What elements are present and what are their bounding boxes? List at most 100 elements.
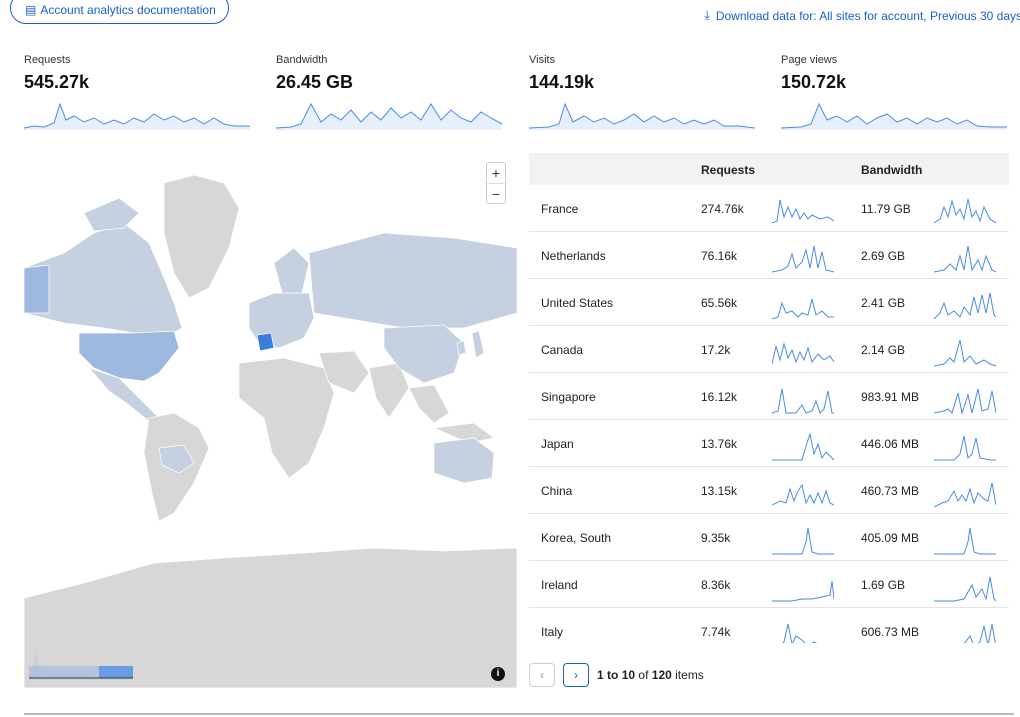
stat-visits: Visits 144.19k xyxy=(529,54,757,132)
requests-sparkline xyxy=(772,432,834,461)
documentation-link[interactable]: ▤ Account analytics documentation xyxy=(10,0,229,24)
stat-requests: Requests 545.27k xyxy=(24,54,252,132)
stat-label: Bandwidth xyxy=(276,54,328,66)
country-name: Italy xyxy=(541,625,564,639)
table-row[interactable]: Singapore 16.12k 983.91 MB xyxy=(529,373,1009,420)
prev-page-button[interactable]: ‹ xyxy=(529,663,555,687)
bandwidth-value: 460.73 MB xyxy=(861,484,920,498)
requests-sparkline xyxy=(782,623,818,643)
table-row[interactable]: Canada 17.2k 2.14 GB xyxy=(529,326,1009,373)
world-map[interactable] xyxy=(24,153,517,688)
table-row[interactable]: United States 65.56k 2.41 GB xyxy=(529,279,1009,326)
map-legend xyxy=(29,636,133,680)
requests-sparkline xyxy=(772,580,834,602)
bandwidth-sparkline xyxy=(934,198,996,224)
bandwidth-value: 446.06 MB xyxy=(861,437,920,451)
table-row[interactable]: China 13.15k 460.73 MB xyxy=(529,467,1009,514)
table-row[interactable]: Italy 7.74k 606.73 MB xyxy=(529,608,1009,643)
requests-value: 13.76k xyxy=(701,437,738,451)
stat-label: Visits xyxy=(529,54,556,66)
requests-value: 76.16k xyxy=(701,249,738,263)
country-name: France xyxy=(541,202,579,216)
stat-sparkline xyxy=(24,102,250,130)
bandwidth-sparkline xyxy=(934,527,996,555)
download-icon: ⤓ xyxy=(704,8,710,22)
table-row[interactable]: Ireland 8.36k 1.69 GB xyxy=(529,561,1009,608)
pagination-summary: 1 to 10 of 120 items xyxy=(597,668,704,682)
country-name: China xyxy=(541,484,573,498)
country-name: Netherlands xyxy=(541,249,606,263)
next-page-button[interactable]: › xyxy=(563,663,589,687)
download-data-label: Download data for: All sites for account… xyxy=(715,8,1020,23)
stat-sparkline xyxy=(781,102,1007,130)
requests-value: 13.15k xyxy=(701,484,738,498)
table-row[interactable]: France 274.76k 11.79 GB xyxy=(529,185,1009,232)
documentation-link-label: Account analytics documentation xyxy=(40,3,216,17)
requests-sparkline xyxy=(772,483,834,506)
requests-sparkline xyxy=(772,388,834,414)
table-row[interactable]: Netherlands 76.16k 2.69 GB xyxy=(529,232,1009,279)
stat-value: 144.19k xyxy=(529,72,595,92)
zoom-out-button[interactable]: − xyxy=(487,183,505,203)
items-word: items xyxy=(675,668,704,682)
table-header: Requests Bandwidth xyxy=(529,153,1009,185)
table-row[interactable]: Japan 13.76k 446.06 MB xyxy=(529,420,1009,467)
stat-value: 545.27k xyxy=(24,72,90,92)
chevron-right-icon: › xyxy=(574,668,578,682)
stat-bandwidth: Bandwidth 26.45 GB xyxy=(276,54,504,132)
requests-sparkline xyxy=(772,298,834,320)
range-to-word: to xyxy=(607,668,619,682)
range-from: 1 xyxy=(597,668,604,682)
bandwidth-value: 11.79 GB xyxy=(861,202,911,216)
info-icon[interactable]: i xyxy=(491,667,505,681)
bandwidth-sparkline xyxy=(964,623,996,643)
stat-sparkline xyxy=(529,102,755,130)
requests-value: 9.35k xyxy=(701,531,731,545)
download-data-link[interactable]: ⤓ Download data for: All sites for accou… xyxy=(705,8,1020,23)
column-header-requests[interactable]: Requests xyxy=(701,163,755,177)
map-zoom-controls: + − xyxy=(486,162,506,204)
world-map-svg xyxy=(24,174,517,688)
stat-page-views: Page views 150.72k xyxy=(781,54,1009,132)
document-icon: ▤ xyxy=(25,3,37,17)
pagination: ‹ › 1 to 10 of 120 items xyxy=(529,662,704,688)
range-to: 10 xyxy=(621,668,636,682)
stat-label: Requests xyxy=(24,54,71,66)
requests-sparkline xyxy=(772,342,834,365)
bandwidth-sparkline xyxy=(934,482,996,508)
bandwidth-value: 2.14 GB xyxy=(861,343,906,357)
country-name: Korea, South xyxy=(541,531,612,545)
bandwidth-value: 2.41 GB xyxy=(861,296,906,310)
requests-value: 274.76k xyxy=(701,202,744,216)
bandwidth-value: 1.69 GB xyxy=(861,578,906,592)
chevron-left-icon: ‹ xyxy=(540,668,544,682)
table-row[interactable]: Korea, South 9.35k 405.09 MB xyxy=(529,514,1009,561)
bandwidth-sparkline xyxy=(934,388,996,415)
bandwidth-sparkline xyxy=(934,435,996,461)
stat-value: 150.72k xyxy=(781,72,847,92)
bandwidth-sparkline xyxy=(934,245,996,273)
country-name: Ireland xyxy=(541,578,578,592)
zoom-in-button[interactable]: + xyxy=(487,163,505,183)
stats-summary: Requests 545.27k Bandwidth 26.45 GB Visi… xyxy=(24,54,1014,134)
stat-label: Page views xyxy=(781,54,838,66)
requests-value: 16.12k xyxy=(701,390,738,404)
stat-value: 26.45 GB xyxy=(276,72,354,92)
requests-sparkline xyxy=(772,245,834,273)
range-of-word: of xyxy=(638,668,649,682)
column-header-bandwidth[interactable]: Bandwidth xyxy=(861,163,922,177)
country-name: Singapore xyxy=(541,390,596,404)
divider xyxy=(24,713,1014,715)
requests-value: 65.56k xyxy=(701,296,738,310)
requests-value: 7.74k xyxy=(701,625,731,639)
requests-value: 8.36k xyxy=(701,578,731,592)
bandwidth-value: 606.73 MB xyxy=(861,625,920,639)
total-items: 120 xyxy=(651,668,672,682)
requests-sparkline xyxy=(772,527,834,555)
country-name: United States xyxy=(541,296,614,310)
country-name: Japan xyxy=(541,437,574,451)
bandwidth-sparkline xyxy=(934,339,996,367)
bandwidth-sparkline xyxy=(934,576,996,602)
country-table: Requests Bandwidth France 274.76k 11.79 GB… xyxy=(529,153,1009,643)
table-body: France 274.76k 11.79 GB Netherlands 76.16k 2.… xyxy=(529,185,1009,643)
